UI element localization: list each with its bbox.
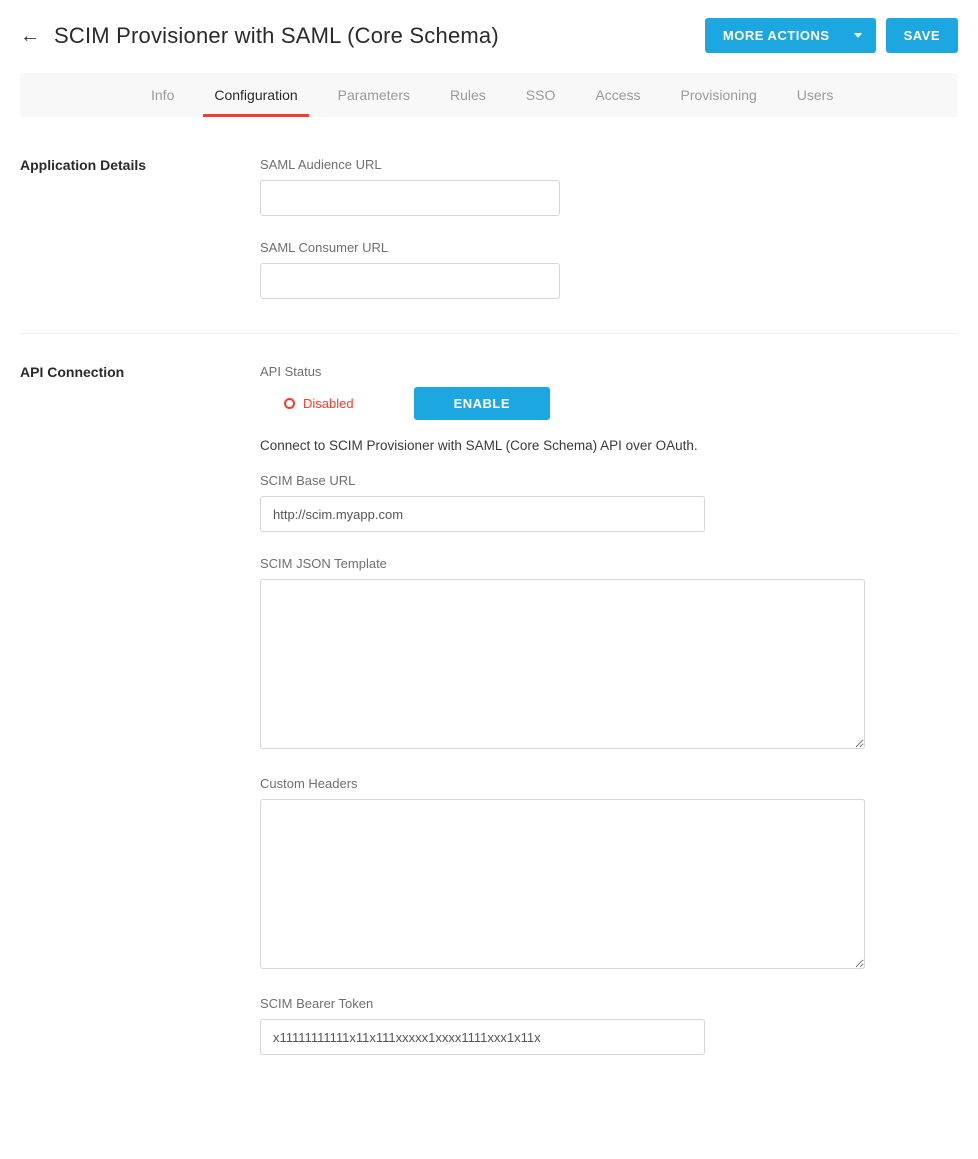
scim-json-template-textarea[interactable] [260,579,865,749]
tab-bar: Info Configuration Parameters Rules SSO … [20,73,958,117]
save-button[interactable]: SAVE [886,18,958,53]
scim-bearer-token-label: SCIM Bearer Token [260,996,958,1011]
api-status-text: Disabled [303,396,354,411]
tab-sso[interactable]: SSO [507,73,575,117]
saml-consumer-url-input[interactable] [260,263,560,299]
scim-bearer-token-input[interactable] [260,1019,705,1055]
tab-provisioning[interactable]: Provisioning [662,73,776,117]
scim-base-url-input[interactable] [260,496,705,532]
custom-headers-label: Custom Headers [260,776,958,791]
api-help-text: Connect to SCIM Provisioner with SAML (C… [260,438,958,453]
more-actions-button[interactable]: MORE ACTIONS [705,18,876,53]
back-arrow-icon[interactable]: ← [20,26,40,46]
disabled-circle-icon [284,398,295,409]
custom-headers-textarea[interactable] [260,799,865,969]
tab-users[interactable]: Users [778,73,853,117]
scim-json-template-label: SCIM JSON Template [260,556,958,571]
page-title: SCIM Provisioner with SAML (Core Schema) [54,23,499,49]
section-title-app-details: Application Details [20,157,260,173]
tab-info[interactable]: Info [132,73,193,117]
section-title-api-connection: API Connection [20,364,260,380]
page-header: ← SCIM Provisioner with SAML (Core Schem… [20,18,958,53]
caret-down-icon [854,33,862,38]
saml-audience-url-input[interactable] [260,180,560,216]
scim-base-url-label: SCIM Base URL [260,473,958,488]
more-actions-label: MORE ACTIONS [723,28,830,43]
saml-consumer-url-label: SAML Consumer URL [260,240,958,255]
saml-audience-url-label: SAML Audience URL [260,157,958,172]
section-api-connection: API Connection API Status Disabled ENABL… [20,364,958,1089]
api-status-label: API Status [260,364,958,379]
enable-button[interactable]: ENABLE [414,387,550,420]
api-status-badge: Disabled [260,396,354,411]
tab-parameters[interactable]: Parameters [319,73,429,117]
tab-access[interactable]: Access [576,73,659,117]
tab-rules[interactable]: Rules [431,73,505,117]
section-application-details: Application Details SAML Audience URL SA… [20,157,958,334]
tab-configuration[interactable]: Configuration [195,73,316,117]
